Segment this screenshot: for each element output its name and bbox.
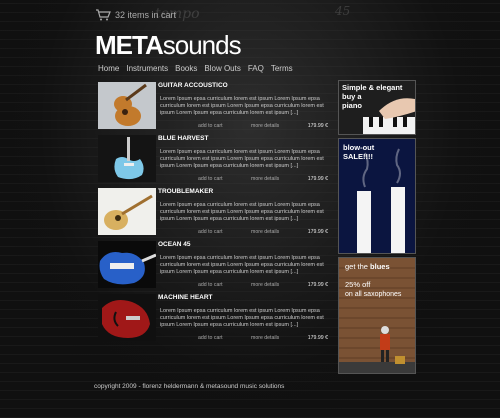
product-description: Lorem Ipsum epsa curriculum lorem est ip… [160, 255, 324, 275]
piano-keys [363, 117, 415, 134]
product-image[interactable] [98, 82, 156, 129]
list-item: OCEAN 45 Lorem Ipsum epsa curriculum lor… [98, 241, 330, 294]
ad-column: Simple & elegant buy a piano blow-out SA… [338, 80, 416, 374]
product-name[interactable]: BLUE HARVEST [158, 135, 208, 142]
product-image[interactable] [98, 135, 156, 182]
blowout-sale-banner[interactable]: blow-out SALE!!!! [338, 138, 416, 254]
more-details-link[interactable]: more details [251, 282, 279, 288]
piano-ad-banner[interactable]: Simple & elegant buy a piano [338, 80, 416, 135]
site-logo[interactable]: METAsounds [95, 30, 242, 60]
ad-text-line3: on all saxophones [345, 291, 402, 298]
nav-home[interactable]: Home [98, 64, 119, 73]
product-image[interactable] [98, 241, 156, 288]
cart-status[interactable]: 32 items in cart [95, 9, 176, 21]
list-item: GUITAR ACCOUSTICO Lorem Ipsum epsa curri… [98, 82, 330, 135]
nav-faq[interactable]: FAQ [248, 64, 264, 73]
nav-blow-outs[interactable]: Blow Outs [204, 64, 240, 73]
sheet-music-measure: 45 [335, 4, 351, 18]
cart-icon [96, 9, 111, 21]
ad-text-line1: Simple & elegant [342, 83, 403, 92]
add-to-cart-link[interactable]: add to cart [198, 282, 223, 288]
product-price: 179.99 € [307, 335, 328, 341]
more-details-link[interactable]: more details [251, 176, 279, 182]
ad-text-line2: buy a [342, 92, 362, 101]
list-item: BLUE HARVEST Lorem Ipsum epsa curriculum… [98, 135, 330, 188]
product-price: 179.99 € [307, 176, 328, 182]
product-name[interactable]: MACHINE HEART [158, 294, 213, 301]
ad-text-blues: blues [370, 262, 390, 271]
more-details-link[interactable]: more details [251, 229, 279, 235]
add-to-cart-link[interactable]: add to cart [198, 335, 223, 341]
product-price: 179.99 € [307, 229, 328, 235]
main-nav: Home Instruments Books Blow Outs FAQ Ter… [98, 64, 293, 73]
ad-text-line1: get the blues [345, 262, 390, 271]
nav-terms[interactable]: Terms [271, 64, 293, 73]
product-name[interactable]: OCEAN 45 [158, 241, 191, 248]
ad-text-line2: 25% off [345, 280, 371, 289]
ad-text-line1: blow-out [343, 143, 375, 152]
ad-text-line2: SALE!!!! [343, 152, 373, 161]
blues-sax-banner[interactable]: get the blues 25% off on all saxophones [338, 257, 416, 374]
product-price: 179.99 € [307, 123, 328, 129]
nav-books[interactable]: Books [175, 64, 197, 73]
nav-instruments[interactable]: Instruments [126, 64, 168, 73]
add-to-cart-link[interactable]: add to cart [198, 229, 223, 235]
product-image[interactable] [98, 188, 156, 235]
product-image[interactable] [98, 294, 156, 341]
product-price: 179.99 € [307, 282, 328, 288]
more-details-link[interactable]: more details [251, 123, 279, 129]
product-name[interactable]: GUITAR ACCOUSTICO [158, 82, 228, 89]
logo-bold: META [95, 30, 164, 60]
product-name[interactable]: TROUBLEMAKER [158, 188, 213, 195]
footer-copyright: copyright 2009 - florenz heldermann & me… [94, 383, 285, 390]
product-description: Lorem Ipsum epsa curriculum lorem est ip… [160, 308, 324, 328]
product-description: Lorem Ipsum epsa curriculum lorem est ip… [160, 96, 324, 116]
list-item: MACHINE HEART Lorem Ipsum epsa curriculu… [98, 294, 330, 347]
ad-text-get-the: get the [345, 262, 371, 271]
product-description: Lorem Ipsum epsa curriculum lorem est ip… [160, 149, 324, 169]
more-details-link[interactable]: more details [251, 335, 279, 341]
ad-text-line3: piano [342, 101, 362, 110]
list-item: TROUBLEMAKER Lorem Ipsum epsa curriculum… [98, 188, 330, 241]
add-to-cart-link[interactable]: add to cart [198, 123, 223, 129]
product-list: GUITAR ACCOUSTICO Lorem Ipsum epsa curri… [98, 82, 330, 347]
logo-thin: sounds [162, 30, 242, 60]
add-to-cart-link[interactable]: add to cart [198, 176, 223, 182]
product-description: Lorem Ipsum epsa curriculum lorem est ip… [160, 202, 324, 222]
cart-count-text: 32 items in cart [115, 10, 177, 20]
